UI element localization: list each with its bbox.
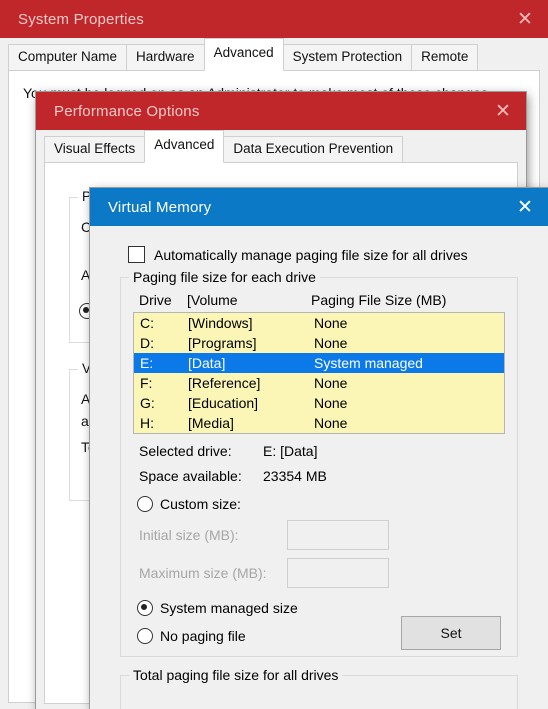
- table-row-selected[interactable]: E: [Data] System managed: [134, 353, 504, 373]
- tab-po-advanced[interactable]: Advanced: [144, 130, 225, 163]
- tab-computer-name[interactable]: Computer Name: [8, 44, 128, 70]
- desktop-root: System Properties ✕ Computer Name Hardwa…: [0, 0, 548, 709]
- close-icon[interactable]: ✕: [502, 0, 548, 38]
- system-properties-titlebar[interactable]: System Properties ✕: [0, 0, 548, 38]
- performance-options-titlebar[interactable]: Performance Options ✕: [36, 92, 526, 130]
- virtual-memory-desc-line1: A: [81, 391, 91, 407]
- cell-drive: F:: [140, 375, 153, 391]
- tab-visual-effects[interactable]: Visual Effects: [44, 136, 146, 162]
- space-available-row: Space available: 23354 MB: [139, 468, 505, 484]
- tab-data-execution-prevention[interactable]: Data Execution Prevention: [223, 136, 404, 162]
- virtual-memory-body: Automatically manage paging file size fo…: [90, 246, 548, 709]
- selected-drive-row: Selected drive: E: [Data]: [139, 443, 505, 459]
- set-button[interactable]: Set: [401, 616, 501, 650]
- cell-drive: E:: [140, 355, 154, 371]
- custom-size-label: Custom size:: [160, 496, 241, 512]
- custom-size-row[interactable]: Custom size:: [137, 496, 505, 512]
- virtual-memory-titlebar[interactable]: Virtual Memory ✕: [90, 188, 548, 226]
- cell-size: None: [314, 335, 348, 351]
- auto-manage-row[interactable]: Automatically manage paging file size fo…: [128, 246, 534, 263]
- initial-size-label: Initial size (MB):: [139, 527, 239, 543]
- system-properties-title: System Properties: [18, 10, 144, 28]
- cell-volume: [Reference]: [188, 375, 261, 391]
- initial-size-row: Initial size (MB):: [139, 520, 505, 550]
- column-header-volume[interactable]: [Volume: [187, 292, 311, 308]
- total-paging-groupbox-label: Total paging file size for all drives: [129, 667, 343, 683]
- table-row[interactable]: H: [Media] None: [134, 413, 504, 433]
- performance-options-title: Performance Options: [54, 102, 200, 120]
- cell-size: None: [314, 415, 348, 431]
- cell-drive: C:: [140, 315, 154, 331]
- no-paging-file-radio[interactable]: [137, 628, 153, 644]
- processor-adjust-line: A: [81, 267, 91, 283]
- column-header-paging-file-size[interactable]: Paging File Size (MB): [311, 292, 501, 308]
- maximum-size-row: Maximum size (MB):: [139, 558, 505, 588]
- space-available-label: Space available:: [139, 468, 242, 484]
- virtual-memory-title: Virtual Memory: [108, 198, 212, 216]
- tab-advanced[interactable]: Advanced: [203, 38, 284, 71]
- paging-file-groupbox: Paging file size for each drive Drive [V…: [120, 269, 518, 657]
- drive-listview[interactable]: C: [Windows] None D: [Programs] None E: …: [133, 312, 505, 434]
- tab-system-protection[interactable]: System Protection: [282, 44, 413, 70]
- table-row[interactable]: C: [Windows] None: [134, 313, 504, 333]
- table-row[interactable]: F: [Reference] None: [134, 373, 504, 393]
- auto-manage-label: Automatically manage paging file size fo…: [154, 246, 468, 263]
- cell-drive: H:: [140, 415, 154, 431]
- tab-hardware[interactable]: Hardware: [126, 44, 205, 70]
- virtual-memory-window: Virtual Memory ✕ Automatically manage pa…: [90, 188, 548, 709]
- no-paging-file-label: No paging file: [160, 628, 246, 644]
- cell-volume: [Programs]: [188, 335, 257, 351]
- table-row[interactable]: G: [Education] None: [134, 393, 504, 413]
- cell-volume: [Data]: [188, 355, 226, 371]
- selected-drive-value: E: [Data]: [263, 443, 318, 459]
- cell-size: None: [314, 315, 348, 331]
- maximum-size-label: Maximum size (MB):: [139, 565, 267, 581]
- initial-size-input[interactable]: [287, 520, 389, 550]
- close-icon[interactable]: ✕: [480, 92, 526, 130]
- custom-size-radio[interactable]: [137, 496, 153, 512]
- performance-options-tabs: Visual Effects Advanced Data Execution P…: [44, 130, 526, 163]
- space-available-value: 23354 MB: [263, 468, 327, 484]
- cell-volume: [Windows]: [188, 315, 253, 331]
- system-properties-tabs: Computer Name Hardware Advanced System P…: [8, 38, 548, 71]
- cell-size: System managed: [314, 355, 423, 371]
- close-icon[interactable]: ✕: [502, 188, 548, 226]
- cell-drive: G:: [140, 395, 155, 411]
- drive-list-header: Drive [Volume Paging File Size (MB): [133, 292, 505, 312]
- paging-file-groupbox-label: Paging file size for each drive: [129, 269, 320, 285]
- cell-volume: [Media]: [188, 415, 234, 431]
- system-managed-row[interactable]: System managed size: [137, 600, 505, 616]
- column-header-drive[interactable]: Drive: [139, 292, 187, 308]
- table-row[interactable]: D: [Programs] None: [134, 333, 504, 353]
- selected-drive-label: Selected drive:: [139, 443, 232, 459]
- system-managed-label: System managed size: [160, 600, 298, 616]
- cell-volume: [Education]: [188, 395, 259, 411]
- cell-size: None: [314, 395, 348, 411]
- auto-manage-checkbox[interactable]: [128, 246, 145, 263]
- tab-remote[interactable]: Remote: [411, 44, 479, 70]
- cell-drive: D:: [140, 335, 154, 351]
- maximum-size-input[interactable]: [287, 558, 389, 588]
- cell-size: None: [314, 375, 348, 391]
- total-paging-groupbox: Total paging file size for all drives: [120, 667, 518, 709]
- system-managed-radio[interactable]: [137, 600, 153, 616]
